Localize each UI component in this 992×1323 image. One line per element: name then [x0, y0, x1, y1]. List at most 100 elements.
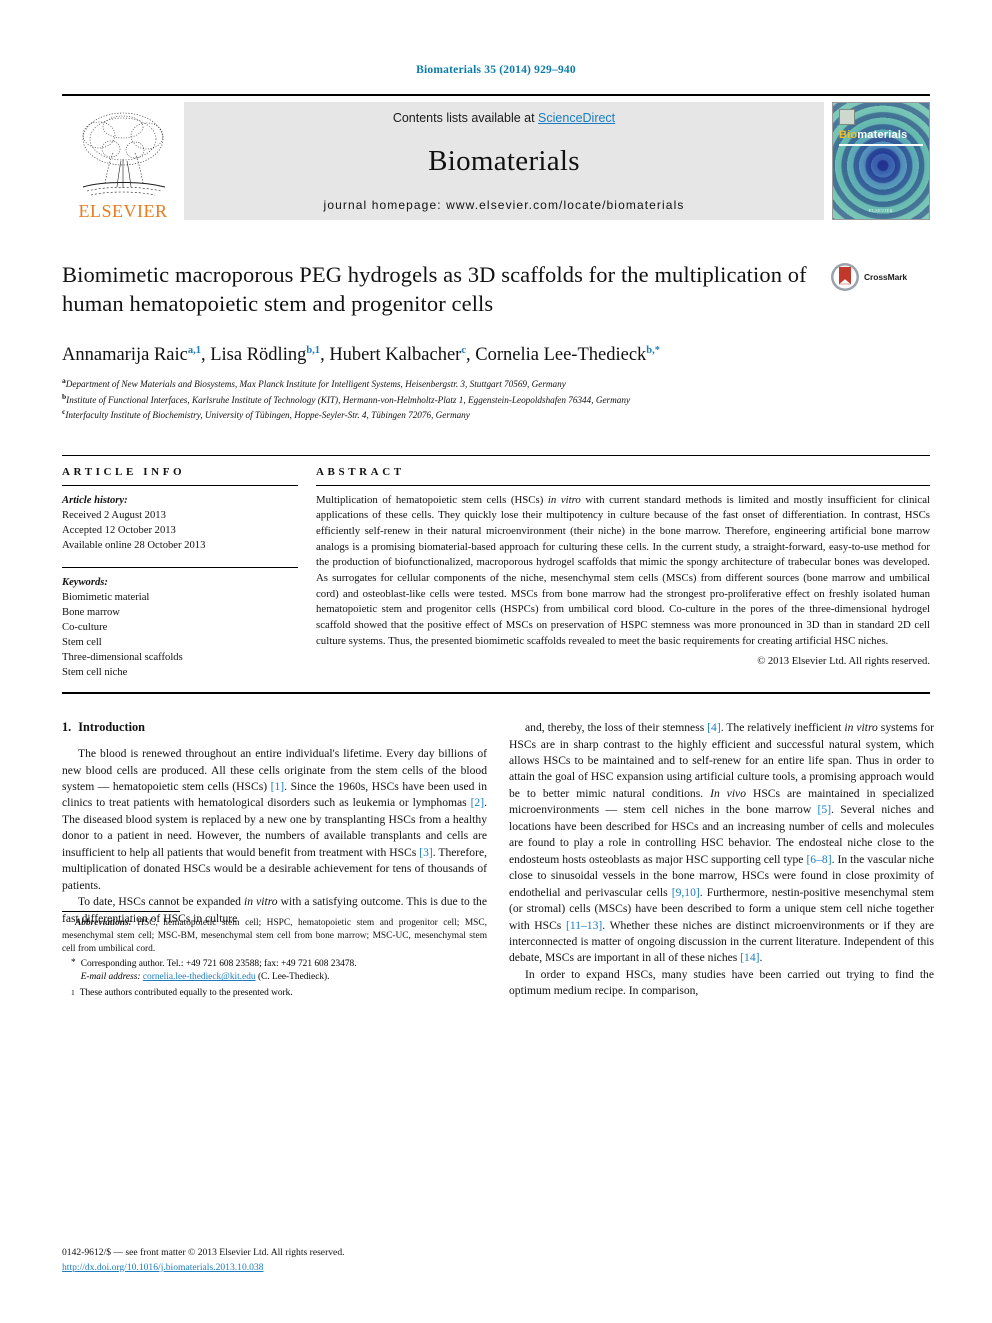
- crossmark-badge[interactable]: CrossMark: [830, 262, 930, 292]
- doi-link[interactable]: http://dx.doi.org/10.1016/j.biomaterials…: [62, 1262, 264, 1273]
- citation-reference[interactable]: [3]: [419, 846, 433, 859]
- article-history-label: Article history:: [62, 494, 128, 506]
- page-title: Biomimetic macroporous PEG hydrogels as …: [62, 262, 807, 317]
- email-link[interactable]: cornelia.lee-thedieck@kit.edu: [143, 972, 256, 982]
- email-suffix: (C. Lee-Thedieck).: [255, 972, 330, 983]
- citation-reference[interactable]: [2]: [471, 796, 485, 809]
- article-history: Article history: Received 2 August 2013 A…: [62, 493, 298, 553]
- contents-prefix: Contents lists available at: [392, 111, 539, 125]
- keywords-label: Keywords:: [62, 576, 108, 588]
- author-affiliation-mark: b,*: [646, 345, 661, 356]
- affiliation-item: bInstitute of Functional Interfaces, Kar…: [62, 391, 631, 405]
- journal-cover-thumbnail: Biomaterials ELSEVIER: [832, 102, 930, 220]
- abstract-italic-term: in vitro: [547, 493, 581, 506]
- affiliation-item: aDepartment of New Materials and Biosyst…: [62, 376, 566, 390]
- footnote-equal-text: These authors contributed equally to the…: [79, 987, 293, 998]
- abstract-text: Multiplication of hematopoietic stem cel…: [316, 493, 930, 647]
- keywords: Keywords: Biomimetic material Bone marrow…: [62, 575, 298, 680]
- article-info-column: ARTICLE INFO Article history: Received 2…: [62, 466, 298, 680]
- article-history-items: Received 2 August 2013 Accepted 12 Octobe…: [62, 508, 298, 553]
- keyword-item: Biomimetic material: [62, 591, 150, 603]
- citation-reference[interactable]: [5]: [818, 803, 832, 816]
- divider: [316, 484, 930, 486]
- author-affiliation-mark: c: [461, 345, 466, 356]
- author-list: Annamarija Raica,1, Lisa Rödlingb,1, Hub…: [62, 345, 661, 366]
- footnote-mark-star: *: [71, 958, 76, 969]
- elsevier-logo: ELSEVIER: [62, 102, 184, 220]
- article-info-heading: ARTICLE INFO: [62, 465, 186, 478]
- author-name: Cornelia Lee-Thedieck: [475, 345, 647, 366]
- email-label: E-mail address:: [80, 972, 141, 983]
- body-column-left: 1. Introduction The blood is renewed thro…: [62, 720, 487, 1000]
- masthead-center: Contents lists available at ScienceDirec…: [184, 102, 824, 220]
- keyword-item: Co-culture: [62, 621, 108, 633]
- abbreviations-label: Abbreviations:: [75, 917, 132, 928]
- italic-term: in vitro: [844, 721, 878, 735]
- divider: [62, 566, 298, 568]
- corresponding-author-line: Corresponding author. Tel.: +49 721 608 …: [80, 959, 357, 970]
- title-block: Biomimetic macroporous PEG hydrogels as …: [62, 260, 930, 330]
- journal-name: Biomaterials: [428, 145, 580, 177]
- citation-reference[interactable]: [11–13]: [566, 919, 602, 932]
- footnote-equal-contribution: 1 These authors contributed equally to t…: [62, 987, 487, 1000]
- author-name: Lisa Rödling: [210, 345, 307, 366]
- cover-title-first: Bio: [839, 129, 858, 141]
- footnote-mark-one: 1: [71, 987, 75, 997]
- keyword-item: Stem cell: [62, 636, 102, 648]
- body-column-right: and, thereby, the loss of their stemness…: [509, 720, 934, 1000]
- info-abstract-section: ARTICLE INFO Article history: Received 2…: [62, 454, 930, 680]
- author-name: Hubert Kalbacher: [329, 345, 462, 366]
- footnote-abbreviations: Abbreviations: HSC, hematopoietic stem c…: [62, 917, 487, 956]
- affiliation-item: cInterfaculty Institute of Biochemistry,…: [62, 407, 470, 421]
- cover-title-rest: materials: [857, 129, 908, 141]
- journal-homepage[interactable]: journal homepage: www.elsevier.com/locat…: [324, 198, 685, 212]
- elsevier-wordmark: ELSEVIER: [78, 201, 168, 221]
- footnote-rule: [62, 910, 180, 912]
- divider: [62, 692, 930, 695]
- divider: [62, 484, 298, 486]
- intro-left-paragraphs: The blood is renewed throughout an entir…: [62, 746, 487, 927]
- cover-publisher-mark: [839, 109, 855, 125]
- article-history-item: Received 2 August 2013: [62, 509, 166, 521]
- citation-reference[interactable]: [9,10]: [672, 886, 700, 899]
- citation-reference[interactable]: [6–8]: [806, 853, 831, 866]
- italic-term: in vitro: [244, 895, 278, 909]
- affiliation-list: aDepartment of New Materials and Biosyst…: [62, 376, 930, 422]
- article-history-item: Accepted 12 October 2013: [62, 524, 176, 536]
- imprint-block: 0142-9612/$ — see front matter © 2013 El…: [62, 1246, 487, 1275]
- footnotes: Abbreviations: HSC, hematopoietic stem c…: [62, 910, 487, 1000]
- footnote-corresponding-text: Corresponding author. Tel.: +49 721 608 …: [81, 958, 357, 984]
- citation-reference[interactable]: [14]: [740, 951, 759, 964]
- section-heading-introduction: 1. Introduction: [62, 720, 487, 735]
- running-head: Biomaterials 35 (2014) 929–940: [416, 64, 576, 76]
- sciencedirect-link[interactable]: ScienceDirect: [538, 111, 615, 125]
- body-paragraph: In order to expand HSCs, many studies ha…: [509, 967, 934, 998]
- author-name: Annamarija Raic: [62, 345, 188, 366]
- affiliation-mark: b: [62, 391, 67, 401]
- citation-reference[interactable]: [4]: [707, 721, 721, 734]
- body-paragraph: The blood is renewed throughout an entir…: [62, 747, 487, 892]
- keyword-item: Bone marrow: [62, 606, 120, 618]
- keyword-item: Stem cell niche: [62, 667, 128, 679]
- intro-right-paragraphs: and, thereby, the loss of their stemness…: [509, 720, 934, 1000]
- article-history-item: Available online 28 October 2013: [62, 539, 206, 551]
- cover-footer: ELSEVIER: [868, 208, 894, 213]
- affiliation-mark: c: [62, 407, 66, 417]
- elsevier-tree-icon: [82, 112, 166, 196]
- contents-line: Contents lists available at ScienceDirec…: [393, 111, 615, 125]
- imprint-line: 0142-9612/$ — see front matter © 2013 El…: [62, 1247, 345, 1259]
- abstract-column: ABSTRACT Multiplication of hematopoietic…: [316, 466, 930, 680]
- crossmark-icon: [831, 263, 859, 291]
- author-affiliation-mark: b,1: [306, 345, 321, 356]
- affiliation-mark: a: [62, 376, 66, 386]
- citation-reference[interactable]: [1]: [271, 780, 285, 793]
- crossmark-label: CrossMark: [864, 272, 908, 282]
- paper-page: Biomaterials 35 (2014) 929–940 ELSEVIER …: [0, 0, 992, 1323]
- body-paragraph: and, thereby, the loss of their stemness…: [509, 721, 935, 965]
- keyword-item: Three-dimensional scaffolds: [62, 652, 183, 664]
- section-number: 1.: [62, 720, 72, 735]
- section-title: Introduction: [78, 720, 145, 735]
- keyword-items: Biomimetic material Bone marrow Co-culture…: [62, 590, 298, 680]
- body-columns: 1. Introduction The blood is renewed thro…: [62, 720, 934, 1000]
- italic-term: In vivo: [710, 786, 746, 800]
